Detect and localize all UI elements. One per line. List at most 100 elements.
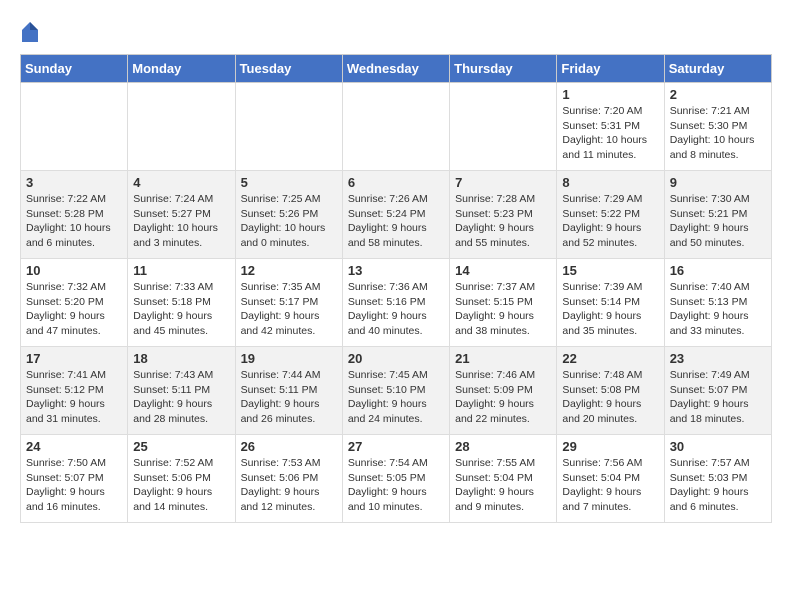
day-info: Sunrise: 7:40 AM Sunset: 5:13 PM Dayligh…: [670, 280, 766, 339]
day-header: Saturday: [664, 55, 771, 83]
calendar-cell: 9 Sunrise: 7:30 AM Sunset: 5:21 PM Daylig…: [664, 171, 771, 259]
calendar-cell: 23 Sunrise: 7:49 AM Sunset: 5:07 PM Dayli…: [664, 347, 771, 435]
day-info: Sunrise: 7:29 AM Sunset: 5:22 PM Dayligh…: [562, 192, 658, 251]
calendar-cell: 18 Sunrise: 7:43 AM Sunset: 5:11 PM Dayli…: [128, 347, 235, 435]
day-number: 18: [133, 351, 229, 366]
calendar-cell: 11 Sunrise: 7:33 AM Sunset: 5:18 PM Dayli…: [128, 259, 235, 347]
day-info: Sunrise: 7:35 AM Sunset: 5:17 PM Dayligh…: [241, 280, 337, 339]
day-info: Sunrise: 7:52 AM Sunset: 5:06 PM Dayligh…: [133, 456, 229, 515]
day-number: 2: [670, 87, 766, 102]
day-number: 27: [348, 439, 444, 454]
day-number: 25: [133, 439, 229, 454]
calendar-cell: 7Sunrise: 7:28 AM Sunset: 5:23 PM Daylig…: [450, 171, 557, 259]
day-info: Sunrise: 7:45 AM Sunset: 5:10 PM Dayligh…: [348, 368, 444, 427]
day-info: Sunrise: 7:43 AM Sunset: 5:11 PM Dayligh…: [133, 368, 229, 427]
calendar-cell: 21Sunrise: 7:46 AM Sunset: 5:09 PM Dayli…: [450, 347, 557, 435]
calendar-cell: 4 Sunrise: 7:24 AM Sunset: 5:27 PM Daylig…: [128, 171, 235, 259]
calendar-cell: 25 Sunrise: 7:52 AM Sunset: 5:06 PM Dayli…: [128, 435, 235, 523]
day-info: Sunrise: 7:49 AM Sunset: 5:07 PM Dayligh…: [670, 368, 766, 427]
day-info: Sunrise: 7:56 AM Sunset: 5:04 PM Dayligh…: [562, 456, 658, 515]
calendar-cell: [342, 83, 449, 171]
day-info: Sunrise: 7:28 AM Sunset: 5:23 PM Dayligh…: [455, 192, 551, 251]
day-info: Sunrise: 7:33 AM Sunset: 5:18 PM Dayligh…: [133, 280, 229, 339]
day-info: Sunrise: 7:54 AM Sunset: 5:05 PM Dayligh…: [348, 456, 444, 515]
day-info: Sunrise: 7:50 AM Sunset: 5:07 PM Dayligh…: [26, 456, 122, 515]
calendar-cell: 15 Sunrise: 7:39 AM Sunset: 5:14 PM Dayli…: [557, 259, 664, 347]
calendar-cell: 14 Sunrise: 7:37 AM Sunset: 5:15 PM Dayli…: [450, 259, 557, 347]
calendar-table: SundayMondayTuesdayWednesdayThursdayFrid…: [20, 54, 772, 523]
day-number: 8: [562, 175, 658, 190]
day-info: Sunrise: 7:32 AM Sunset: 5:20 PM Dayligh…: [26, 280, 122, 339]
calendar-cell: 6 Sunrise: 7:26 AM Sunset: 5:24 PM Daylig…: [342, 171, 449, 259]
calendar-cell: 12 Sunrise: 7:35 AM Sunset: 5:17 PM Dayli…: [235, 259, 342, 347]
day-number: 22: [562, 351, 658, 366]
calendar-cell: 20 Sunrise: 7:45 AM Sunset: 5:10 PM Dayli…: [342, 347, 449, 435]
day-info: Sunrise: 7:48 AM Sunset: 5:08 PM Dayligh…: [562, 368, 658, 427]
day-number: 1: [562, 87, 658, 102]
logo: [20, 20, 42, 44]
calendar-cell: 13 Sunrise: 7:36 AM Sunset: 5:16 PM Dayli…: [342, 259, 449, 347]
day-info: Sunrise: 7:37 AM Sunset: 5:15 PM Dayligh…: [455, 280, 551, 339]
day-header: Sunday: [21, 55, 128, 83]
day-number: 12: [241, 263, 337, 278]
day-number: 24: [26, 439, 122, 454]
day-header: Monday: [128, 55, 235, 83]
calendar-cell: [128, 83, 235, 171]
day-number: 23: [670, 351, 766, 366]
calendar-cell: 3 Sunrise: 7:22 AM Sunset: 5:28 PM Daylig…: [21, 171, 128, 259]
day-number: 26: [241, 439, 337, 454]
page-header: [20, 20, 772, 44]
calendar-cell: 16Sunrise: 7:40 AM Sunset: 5:13 PM Dayli…: [664, 259, 771, 347]
day-info: Sunrise: 7:57 AM Sunset: 5:03 PM Dayligh…: [670, 456, 766, 515]
day-number: 11: [133, 263, 229, 278]
day-number: 6: [348, 175, 444, 190]
day-number: 28: [455, 439, 551, 454]
day-number: 10: [26, 263, 122, 278]
day-number: 19: [241, 351, 337, 366]
day-info: Sunrise: 7:30 AM Sunset: 5:21 PM Dayligh…: [670, 192, 766, 251]
calendar-cell: 26 Sunrise: 7:53 AM Sunset: 5:06 PM Dayli…: [235, 435, 342, 523]
day-header: Thursday: [450, 55, 557, 83]
day-info: Sunrise: 7:24 AM Sunset: 5:27 PM Dayligh…: [133, 192, 229, 251]
day-number: 30: [670, 439, 766, 454]
day-header: Wednesday: [342, 55, 449, 83]
calendar-cell: [21, 83, 128, 171]
day-number: 9: [670, 175, 766, 190]
day-number: 5: [241, 175, 337, 190]
day-header: Friday: [557, 55, 664, 83]
day-info: Sunrise: 7:20 AM Sunset: 5:31 PM Dayligh…: [562, 104, 658, 163]
calendar-cell: 5 Sunrise: 7:25 AM Sunset: 5:26 PM Daylig…: [235, 171, 342, 259]
day-info: Sunrise: 7:39 AM Sunset: 5:14 PM Dayligh…: [562, 280, 658, 339]
calendar-cell: 22 Sunrise: 7:48 AM Sunset: 5:08 PM Dayli…: [557, 347, 664, 435]
logo-icon: [20, 20, 40, 44]
day-number: 4: [133, 175, 229, 190]
day-number: 3: [26, 175, 122, 190]
day-info: Sunrise: 7:53 AM Sunset: 5:06 PM Dayligh…: [241, 456, 337, 515]
day-info: Sunrise: 7:41 AM Sunset: 5:12 PM Dayligh…: [26, 368, 122, 427]
day-number: 21: [455, 351, 551, 366]
calendar-cell: 2 Sunrise: 7:21 AM Sunset: 5:30 PM Daylig…: [664, 83, 771, 171]
day-info: Sunrise: 7:44 AM Sunset: 5:11 PM Dayligh…: [241, 368, 337, 427]
calendar-cell: 17Sunrise: 7:41 AM Sunset: 5:12 PM Dayli…: [21, 347, 128, 435]
calendar-cell: [450, 83, 557, 171]
day-info: Sunrise: 7:36 AM Sunset: 5:16 PM Dayligh…: [348, 280, 444, 339]
calendar-cell: 10 Sunrise: 7:32 AM Sunset: 5:20 PM Dayli…: [21, 259, 128, 347]
calendar-cell: 28 Sunrise: 7:55 AM Sunset: 5:04 PM Dayli…: [450, 435, 557, 523]
day-info: Sunrise: 7:55 AM Sunset: 5:04 PM Dayligh…: [455, 456, 551, 515]
day-info: Sunrise: 7:22 AM Sunset: 5:28 PM Dayligh…: [26, 192, 122, 251]
day-info: Sunrise: 7:25 AM Sunset: 5:26 PM Dayligh…: [241, 192, 337, 251]
calendar-cell: 8 Sunrise: 7:29 AM Sunset: 5:22 PM Daylig…: [557, 171, 664, 259]
day-info: Sunrise: 7:26 AM Sunset: 5:24 PM Dayligh…: [348, 192, 444, 251]
day-number: 14: [455, 263, 551, 278]
calendar-cell: [235, 83, 342, 171]
day-info: Sunrise: 7:21 AM Sunset: 5:30 PM Dayligh…: [670, 104, 766, 163]
day-number: 20: [348, 351, 444, 366]
calendar-cell: 24 Sunrise: 7:50 AM Sunset: 5:07 PM Dayli…: [21, 435, 128, 523]
calendar-cell: 19 Sunrise: 7:44 AM Sunset: 5:11 PM Dayli…: [235, 347, 342, 435]
day-number: 29: [562, 439, 658, 454]
calendar-cell: 30 Sunrise: 7:57 AM Sunset: 5:03 PM Dayli…: [664, 435, 771, 523]
day-number: 13: [348, 263, 444, 278]
day-number: 15: [562, 263, 658, 278]
calendar-cell: 1 Sunrise: 7:20 AM Sunset: 5:31 PM Daylig…: [557, 83, 664, 171]
day-header: Tuesday: [235, 55, 342, 83]
